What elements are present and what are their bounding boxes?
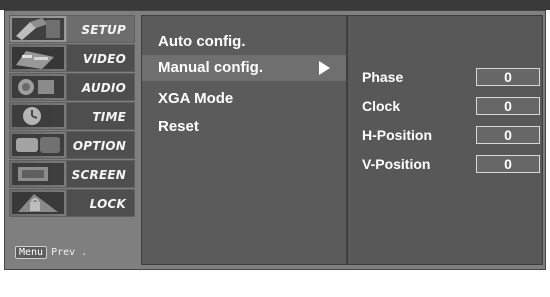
video-icon — [12, 47, 64, 69]
prev-hint: Menu Prev . — [15, 246, 87, 259]
sidebar-item-label: AUDIO — [81, 81, 126, 95]
param-value[interactable]: 0 — [476, 126, 540, 144]
time-icon — [12, 105, 64, 127]
param-value[interactable]: 0 — [476, 155, 540, 173]
sidebar-item-label: SCREEN — [71, 168, 126, 182]
right-arrow-icon — [319, 61, 330, 75]
middle-menu-item-label: Manual config. — [158, 59, 263, 76]
sidebar-item-time[interactable]: TIME — [9, 102, 135, 130]
middle-menu-item-label: Auto config. — [158, 33, 246, 50]
lock-icon — [12, 192, 64, 214]
middle-menu-item-label: XGA Mode — [158, 90, 234, 107]
param-row-h-position[interactable]: H-Position 0 — [348, 124, 542, 148]
sidebar-item-label: LOCK — [89, 197, 126, 211]
sidebar-item-label: OPTION — [72, 139, 126, 153]
param-label: H-Position — [362, 127, 432, 143]
osd-screen: SETUP VIDEO AUDIO TIME OPTION SCREEN LOC… — [0, 0, 550, 297]
top-bar — [0, 0, 550, 10]
param-row-phase[interactable]: Phase 0 — [348, 66, 542, 90]
menu-key: Menu — [15, 246, 48, 259]
param-value[interactable]: 0 — [476, 68, 540, 86]
param-value[interactable]: 0 — [476, 97, 540, 115]
middle-menu-panel: Auto config. Manual config. XGA Mode Res… — [141, 15, 347, 265]
param-row-v-position[interactable]: V-Position 0 — [348, 153, 542, 177]
sidebar-item-option[interactable]: OPTION — [9, 131, 135, 159]
sidebar-item-label: VIDEO — [82, 52, 126, 66]
option-icon — [12, 134, 64, 156]
param-label: Phase — [362, 69, 404, 85]
sidebar-item-screen[interactable]: SCREEN — [9, 160, 135, 188]
param-row-clock[interactable]: Clock 0 — [348, 95, 542, 119]
sidebar-item-audio[interactable]: AUDIO — [9, 73, 135, 101]
middle-menu-item-auto-config[interactable]: Auto config. — [142, 29, 346, 55]
manual-config-panel: Phase 0 Clock 0 H-Position 0 V-Position … — [347, 15, 543, 265]
middle-menu-item-reset[interactable]: Reset — [142, 114, 346, 140]
menu-container: SETUP VIDEO AUDIO TIME OPTION SCREEN LOC… — [4, 10, 546, 270]
sidebar-item-label: TIME — [92, 110, 126, 124]
sidebar-item-label: SETUP — [81, 23, 126, 37]
sidebar: SETUP VIDEO AUDIO TIME OPTION SCREEN LOC… — [9, 15, 135, 265]
sidebar-item-setup[interactable]: SETUP — [9, 15, 135, 43]
screen-icon — [12, 163, 64, 185]
sidebar-item-video[interactable]: VIDEO — [9, 44, 135, 72]
param-label: Clock — [362, 98, 401, 114]
param-label: V-Position — [362, 156, 431, 172]
middle-menu-item-xga-mode[interactable]: XGA Mode — [142, 86, 346, 112]
setup-icon — [12, 18, 64, 40]
middle-menu-item-manual-config[interactable]: Manual config. — [142, 55, 346, 81]
sidebar-item-lock[interactable]: LOCK — [9, 189, 135, 217]
audio-icon — [12, 76, 64, 98]
middle-menu-item-label: Reset — [158, 118, 199, 135]
prev-label: Prev . — [51, 247, 88, 258]
